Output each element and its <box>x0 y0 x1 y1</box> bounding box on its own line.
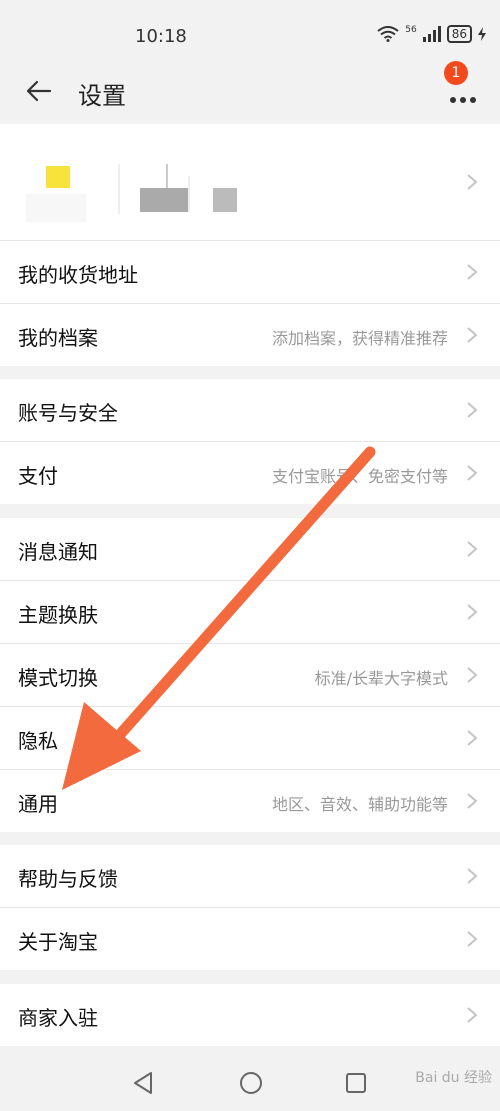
nav-home-icon[interactable] <box>239 1071 263 1095</box>
back-arrow-icon[interactable] <box>24 76 54 106</box>
page-title: 设置 <box>78 82 126 110</box>
row-label: 账号与安全 <box>18 401 118 425</box>
chevron-right-icon <box>467 174 478 190</box>
chevron-right-icon <box>467 1007 478 1023</box>
profile-row[interactable] <box>0 124 500 241</box>
chevron-right-icon <box>467 793 478 809</box>
page-header: 设置 <box>0 60 500 124</box>
list-item[interactable]: 隐私 <box>0 707 500 770</box>
nav-back-icon[interactable] <box>132 1071 154 1095</box>
section-account: 我的收货地址 我的档案 添加档案，获得精准推荐 <box>0 124 500 366</box>
list-item[interactable]: 模式切换 标准/长辈大字模式 <box>0 644 500 707</box>
chevron-right-icon <box>467 541 478 557</box>
row-label: 隐私 <box>18 729 58 753</box>
chevron-right-icon <box>467 604 478 620</box>
chevron-right-icon <box>467 402 478 418</box>
row-label: 支付 <box>18 464 58 488</box>
row-hint: 支付宝账号、免密支付等 <box>271 467 448 486</box>
charging-icon <box>478 27 486 41</box>
watermark: Bai du 经验 <box>415 1070 492 1086</box>
chevron-right-icon <box>467 868 478 884</box>
signal-icon <box>422 26 441 42</box>
list-item[interactable]: 商家入驻 <box>0 984 500 1046</box>
section-help: 帮助与反馈 关于淘宝 <box>0 845 500 970</box>
notification-badge: 1 <box>444 61 468 85</box>
chevron-right-icon <box>467 730 478 746</box>
section-security: 账号与安全 支付 支付宝账号、免密支付等 <box>0 379 500 504</box>
row-label: 我的档案 <box>18 326 98 350</box>
list-item[interactable]: 主题换肤 <box>0 581 500 644</box>
section-merchant: 商家入驻 <box>0 984 500 1046</box>
wifi-icon <box>377 26 399 42</box>
row-label: 商家入驻 <box>18 1006 98 1030</box>
nav-recents-icon[interactable] <box>345 1071 367 1095</box>
list-item[interactable]: 我的档案 添加档案，获得精准推荐 <box>0 304 500 366</box>
list-item[interactable]: 我的收货地址 <box>0 241 500 304</box>
row-label: 帮助与反馈 <box>18 867 118 891</box>
row-hint: 地区、音效、辅助功能等 <box>271 795 448 814</box>
row-label: 我的收货地址 <box>18 263 138 287</box>
row-label: 关于淘宝 <box>18 930 98 954</box>
list-item[interactable]: 通用 地区、音效、辅助功能等 <box>0 770 500 832</box>
status-time: 10:18 <box>135 26 187 47</box>
section-preferences: 消息通知 主题换肤 模式切换 标准/长辈大字模式 隐私 通用 地区、音效、辅助功… <box>0 518 500 832</box>
chevron-right-icon <box>467 931 478 947</box>
list-item[interactable]: 支付 支付宝账号、免密支付等 <box>0 442 500 504</box>
chevron-right-icon <box>467 264 478 280</box>
row-label: 主题换肤 <box>18 603 98 627</box>
list-item[interactable]: 消息通知 <box>0 518 500 581</box>
profile-name-blurred <box>118 164 238 214</box>
list-item[interactable]: 关于淘宝 <box>0 908 500 970</box>
row-hint: 添加档案，获得精准推荐 <box>271 329 448 348</box>
chevron-right-icon <box>467 465 478 481</box>
row-label: 模式切换 <box>18 666 98 690</box>
chevron-right-icon <box>467 327 478 343</box>
list-item[interactable]: 账号与安全 <box>0 379 500 442</box>
row-label: 通用 <box>18 792 58 816</box>
chevron-right-icon <box>467 667 478 683</box>
row-label: 消息通知 <box>18 540 98 564</box>
list-item[interactable]: 帮助与反馈 <box>0 845 500 908</box>
battery-indicator: 86 <box>446 25 472 43</box>
avatar <box>24 166 90 232</box>
signal-label: 56 <box>405 25 417 35</box>
status-icons: 56 86 <box>377 25 486 43</box>
row-hint: 标准/长辈大字模式 <box>314 669 448 688</box>
